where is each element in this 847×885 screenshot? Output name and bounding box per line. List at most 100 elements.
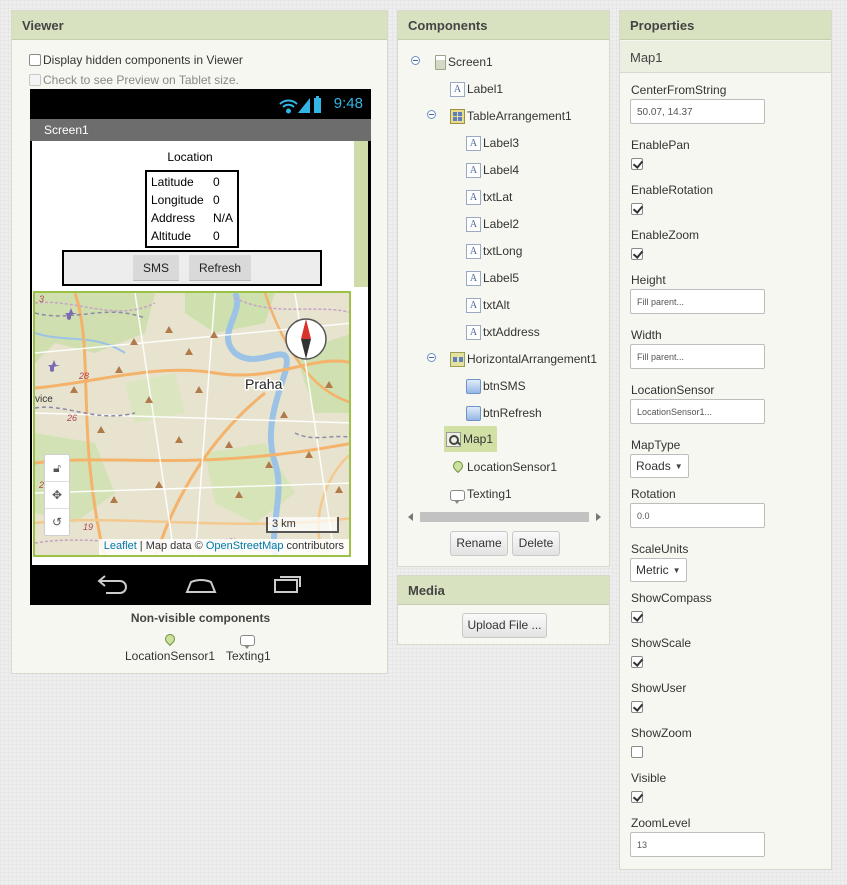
- tree-item-horizontalarrangement1[interactable]: HorizontalArrangement1: [450, 347, 597, 371]
- tree-item-label3[interactable]: A Label3: [466, 131, 519, 155]
- locationsensor-input[interactable]: LocationSensor1...: [630, 399, 765, 424]
- tree-item-locationsensor1[interactable]: LocationSensor1: [450, 455, 557, 479]
- display-hidden-checkbox[interactable]: [29, 54, 41, 66]
- tree-item-btnsms[interactable]: btnSMS: [466, 374, 526, 398]
- info-key: Altitude: [151, 229, 192, 243]
- prop-label-maptype: MapType: [631, 438, 681, 452]
- label-icon: A: [466, 189, 481, 205]
- tree-item-map1[interactable]: Map1: [444, 426, 498, 452]
- tree-item-label1[interactable]: A Label1: [450, 77, 503, 101]
- rotation-input[interactable]: 0.0: [630, 503, 765, 528]
- scrollbar-thumb[interactable]: [420, 512, 589, 522]
- prop-label-zoomlevel: ZoomLevel: [631, 816, 691, 830]
- viewer-header: Viewer: [12, 11, 387, 40]
- tree-item-label: txtLat: [483, 190, 513, 204]
- refresh-button[interactable]: Refresh: [188, 255, 252, 281]
- nonvisible-title: Non-visible components: [130, 611, 271, 625]
- tree-item-label5[interactable]: A Label5: [466, 266, 519, 290]
- nav-icons: [97, 575, 301, 594]
- lock-icon[interactable]: 🔓︎: [45, 455, 69, 482]
- attribution-tail: contributors: [283, 540, 344, 552]
- showzoom-checkbox[interactable]: [631, 746, 643, 758]
- scroll-right-icon[interactable]: [596, 513, 601, 521]
- display-hidden-option[interactable]: Display hidden components in Viewer: [29, 53, 243, 67]
- info-value: 0: [213, 193, 220, 207]
- display-hidden-label: Display hidden components in Viewer: [43, 53, 243, 67]
- move-icon[interactable]: ✥: [45, 482, 69, 509]
- enablezoom-checkbox[interactable]: [631, 248, 643, 260]
- info-row: Address N/A: [151, 209, 233, 227]
- enablerotation-checkbox[interactable]: [631, 203, 643, 215]
- maptype-select[interactable]: Roads ▼: [630, 454, 689, 478]
- tree-item-screen1[interactable]: Screen1: [435, 50, 493, 74]
- showscale-checkbox[interactable]: [631, 656, 643, 668]
- map-view[interactable]: 3 28 26 2 19 vice Praha 🔓︎ ✥ ↺ 3 km Leaf…: [33, 291, 351, 557]
- signal-icon: [298, 98, 310, 113]
- centerfromstring-input[interactable]: 50.07, 14.37: [630, 99, 765, 124]
- reset-icon[interactable]: ↺: [45, 509, 69, 536]
- tree-item-label2[interactable]: A Label2: [466, 212, 519, 236]
- tree-item-txtlat[interactable]: AtxtLat: [466, 185, 512, 209]
- tablet-preview-option[interactable]: Check to see Preview on Tablet size.: [29, 73, 239, 87]
- tree-item-btnrefresh[interactable]: btnRefresh: [466, 401, 542, 425]
- sms-button[interactable]: SMS: [132, 255, 179, 281]
- prop-label-enablepan: EnablePan: [631, 138, 690, 152]
- horizontal-arrangement-icon: [450, 351, 465, 367]
- tree-item-label: Texting1: [467, 487, 512, 501]
- tree-item-tablearrangement1[interactable]: TableArrangement1: [450, 104, 572, 128]
- tree-item-label: btnRefresh: [483, 406, 542, 420]
- leaflet-link[interactable]: Leaflet: [104, 540, 137, 552]
- prop-label-rotation: Rotation: [631, 487, 676, 501]
- tree-item-txtaddress[interactable]: AtxtAddress: [466, 320, 540, 344]
- tablet-preview-label: Check to see Preview on Tablet size.: [43, 73, 239, 87]
- scroll-left-icon[interactable]: [408, 513, 413, 521]
- nonvisible-location-sensor[interactable]: LocationSensor1: [125, 633, 215, 663]
- screen-scrollbar-thumb[interactable]: [354, 141, 368, 287]
- map-attribution: Leaflet | Map data © OpenStreetMap contr…: [98, 539, 349, 555]
- location-info-table: Latitude 0 Longitude 0 Address N/A Altitude…: [145, 170, 240, 248]
- info-value: N/A: [213, 211, 234, 225]
- rename-button[interactable]: Rename: [450, 531, 508, 556]
- enablepan-checkbox[interactable]: [631, 158, 643, 170]
- collapse-toggle-table[interactable]: [427, 110, 436, 119]
- map-icon: [446, 431, 461, 447]
- height-input[interactable]: Fill parent...: [630, 289, 765, 314]
- tree-item-label: btnSMS: [483, 379, 526, 393]
- info-value: 0: [213, 229, 220, 243]
- tablet-preview-checkbox[interactable]: [29, 74, 41, 86]
- visible-checkbox[interactable]: [631, 791, 643, 803]
- showcompass-checkbox[interactable]: [631, 611, 643, 623]
- prop-label-visible: Visible: [631, 771, 667, 785]
- upload-file-button[interactable]: Upload File ...: [462, 613, 547, 638]
- tree-item-txtlong[interactable]: AtxtLong: [466, 239, 522, 263]
- info-value: 0: [213, 175, 220, 189]
- tree-horizontal-scrollbar[interactable]: [406, 510, 603, 524]
- media-header: Media: [398, 576, 609, 605]
- delete-button[interactable]: Delete: [512, 531, 560, 556]
- scale-bar: 3 km: [266, 517, 339, 533]
- tree-item-label: txtAlt: [483, 298, 510, 312]
- screen-scrollbar[interactable]: [354, 141, 368, 565]
- width-input[interactable]: Fill parent...: [630, 344, 765, 369]
- tree-item-label: Screen1: [448, 55, 493, 69]
- info-row: Latitude 0: [151, 173, 233, 191]
- showuser-checkbox[interactable]: [631, 701, 643, 713]
- attribution-text: | Map data ©: [136, 540, 206, 552]
- prop-label-centerfromstring: CenterFromString: [631, 83, 727, 97]
- scaleunits-select[interactable]: Metric ▼: [630, 558, 687, 582]
- zoomlevel-input[interactable]: 13: [630, 832, 765, 857]
- collapse-toggle-screen1[interactable]: [411, 56, 420, 65]
- collapse-toggle-horiz[interactable]: [427, 353, 436, 362]
- tree-item-label4[interactable]: A Label4: [466, 158, 519, 182]
- osm-link[interactable]: OpenStreetMap: [206, 540, 284, 552]
- compass-icon: [285, 318, 327, 360]
- components-header: Components: [398, 11, 609, 40]
- label-icon: A: [466, 324, 481, 340]
- tree-item-txtalt[interactable]: AtxtAlt: [466, 293, 510, 317]
- nonvisible-texting[interactable]: Texting1: [226, 633, 271, 663]
- tree-item-texting1[interactable]: Texting1: [450, 482, 512, 506]
- prop-label-scaleunits: ScaleUnits: [631, 542, 689, 556]
- wifi-icon: [279, 99, 298, 114]
- info-row: Altitude 0: [151, 227, 233, 245]
- scaleunits-value: Metric: [636, 563, 669, 577]
